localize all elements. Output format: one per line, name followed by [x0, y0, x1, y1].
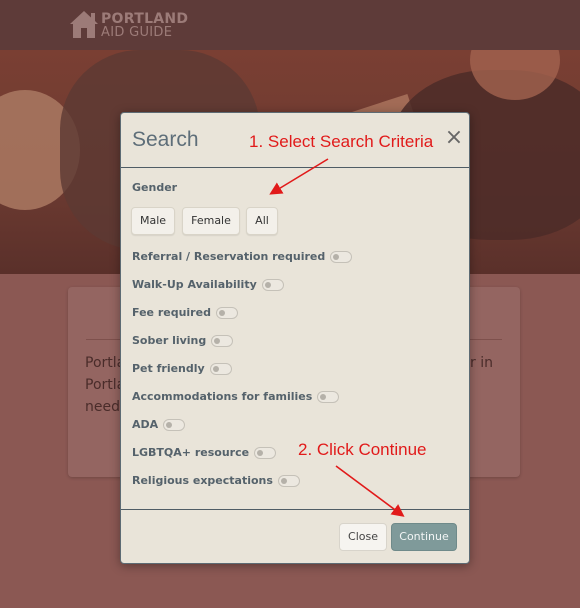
- walkup-toggle[interactable]: [261, 278, 284, 291]
- referral-toggle[interactable]: [330, 250, 353, 263]
- fee-toggle[interactable]: [215, 306, 238, 319]
- top-navbar: PORTLAND AID GUIDE: [0, 0, 580, 50]
- filter-label: Sober living: [132, 333, 207, 347]
- gender-male-button[interactable]: Male: [131, 207, 175, 235]
- sober-toggle[interactable]: [211, 334, 234, 347]
- filter-label: Fee required: [132, 305, 211, 319]
- ada-toggle[interactable]: [163, 418, 186, 431]
- filter-label: LGBTQA+ resource: [132, 445, 250, 459]
- annotation-step1: 1. Select Search Criteria: [249, 132, 434, 151]
- filter-label: ADA: [132, 417, 159, 431]
- filter-religious-row: Religious expectations: [132, 470, 300, 487]
- filter-ada-row: ADA: [132, 414, 186, 431]
- continue-button[interactable]: Continue: [391, 523, 457, 551]
- close-icon[interactable]: ×: [443, 127, 465, 149]
- filter-label: Walk-Up Availability: [132, 277, 257, 291]
- brand-name-line2: AID GUIDE: [101, 25, 173, 40]
- filter-families-row: Accommodations for families: [132, 386, 340, 403]
- filter-label: Accommodations for families: [132, 389, 313, 403]
- annotation-step2: 2. Click Continue: [298, 440, 427, 459]
- pet-toggle[interactable]: [209, 362, 232, 375]
- filter-fee-row: Fee required: [132, 302, 238, 319]
- brand-name-line1: PORTLAND: [101, 11, 189, 27]
- filter-pet-row: Pet friendly: [132, 358, 232, 375]
- search-modal: Search × Gender Male Female All Referral…: [120, 112, 470, 564]
- close-button[interactable]: Close: [339, 523, 387, 551]
- gender-female-button[interactable]: Female: [182, 207, 240, 235]
- families-toggle[interactable]: [317, 390, 340, 403]
- filter-label: Referral / Reservation required: [132, 249, 326, 263]
- gender-all-button[interactable]: All: [246, 207, 278, 235]
- religious-toggle[interactable]: [277, 474, 300, 487]
- modal-title: Search: [132, 128, 199, 151]
- filter-referral-row: Referral / Reservation required: [132, 246, 353, 263]
- gender-label: Gender: [132, 181, 178, 194]
- modal-header-divider: [121, 167, 469, 168]
- lgbtqa-toggle[interactable]: [254, 446, 277, 459]
- filter-lgbtqa-row: LGBTQA+ resource: [132, 442, 277, 459]
- filter-walkup-row: Walk-Up Availability: [132, 274, 284, 291]
- filter-label: Pet friendly: [132, 361, 205, 375]
- filter-sober-row: Sober living: [132, 330, 234, 347]
- brand-logo[interactable]: PORTLAND AID GUIDE: [68, 8, 188, 42]
- modal-footer-divider: [121, 509, 469, 510]
- filter-label: Religious expectations: [132, 473, 273, 487]
- house-icon: [70, 11, 98, 38]
